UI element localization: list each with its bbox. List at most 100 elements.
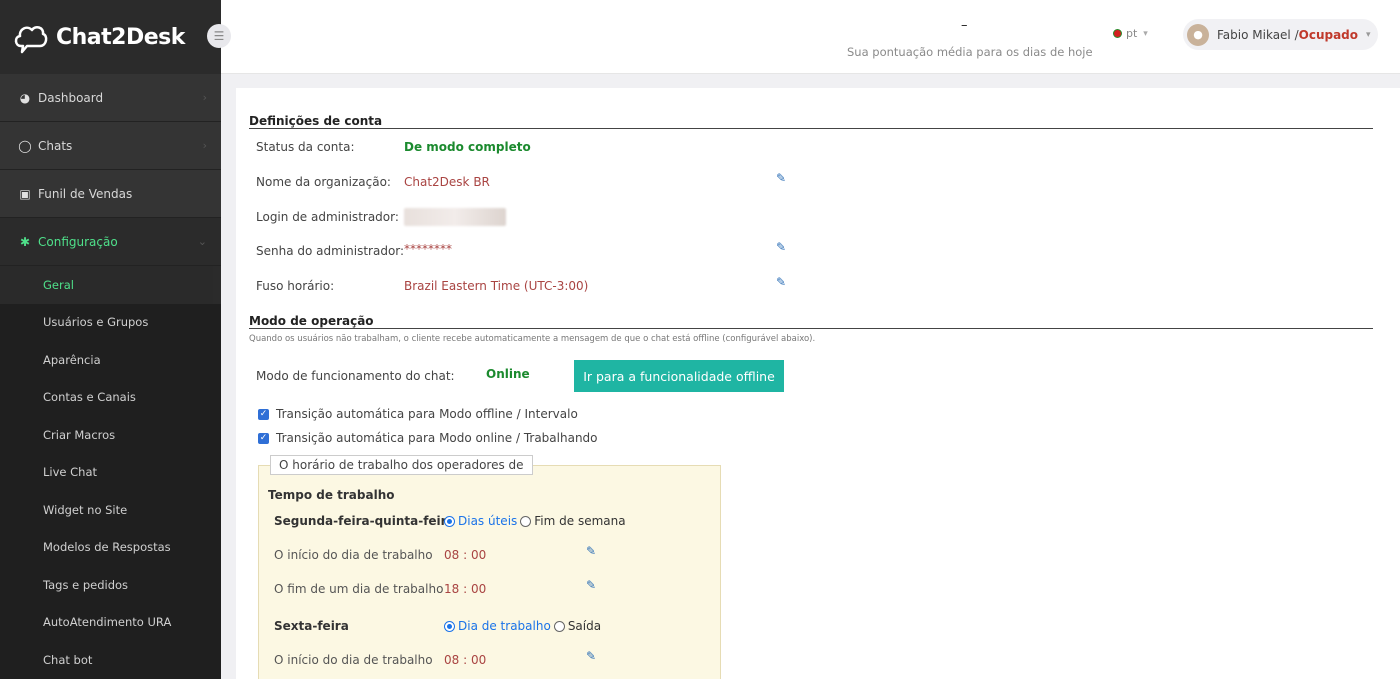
section-title-account: Definições de conta xyxy=(249,114,383,128)
edit-friday-start-icon[interactable]: ✎ xyxy=(586,649,596,663)
logo[interactable]: Chat2Desk ☰ xyxy=(0,0,231,74)
language-code: pt xyxy=(1126,27,1138,40)
timezone-label: Fuso horário: xyxy=(256,279,335,293)
sidebar-subitem-tags[interactable]: Tags e pedidos xyxy=(0,566,221,604)
sidebar-item-label: Dashboard xyxy=(38,90,104,105)
login-value-redacted xyxy=(404,208,506,226)
funnel-icon: ▣ xyxy=(19,186,31,201)
subitem-label: Criar Macros xyxy=(43,427,116,442)
radio-label: Dias úteis xyxy=(458,514,518,528)
settings-card: Definições de conta Status da conta: De … xyxy=(236,88,1400,679)
sidebar-item-label: Funil de Vendas xyxy=(38,186,133,201)
user-menu[interactable]: ● Fabio Mikael / Ocupado ▾ xyxy=(1183,19,1378,50)
sidebar: Chat2Desk ☰ ◕ Dashboard › ◯ Chats › ▣ Fu… xyxy=(0,0,231,679)
topbar: – Sua pontuação média para os dias de ho… xyxy=(221,0,1400,74)
mode-value: Online xyxy=(486,367,530,381)
section-title-operation: Modo de operação xyxy=(249,314,374,328)
subitem-label: Modelos de Respostas xyxy=(43,540,171,555)
go-offline-button[interactable]: Ir para a funcionalidade offline xyxy=(574,360,784,392)
mon-thu-radio-group: Dias úteis Fim de semana xyxy=(444,514,629,528)
sidebar-item-label: Chats xyxy=(38,138,73,153)
sidebar-subitem-livechat[interactable]: Live Chat xyxy=(0,453,221,491)
chevron-right-icon: › xyxy=(202,139,207,152)
sidebar-subitem-modelos[interactable]: Modelos de Respostas xyxy=(0,528,221,566)
sidebar-subitem-geral[interactable]: Geral xyxy=(0,266,213,304)
radio-workday[interactable] xyxy=(444,620,455,632)
subitem-label: Usuários e Grupos xyxy=(43,315,149,330)
working-hours-legend: O horário de trabalho dos operadores de xyxy=(270,455,533,475)
user-name: Fabio Mikael / xyxy=(1217,27,1299,42)
subitem-label: Tags e pedidos xyxy=(43,577,129,592)
friday-radio-group: Dia de trabalho Saída xyxy=(444,619,604,633)
radio-label: Saída xyxy=(567,619,602,633)
edit-password-icon[interactable]: ✎ xyxy=(776,240,786,254)
mon-thu-end-label: O fim de um dia de trabalho xyxy=(274,582,444,596)
sidebar-item-chats[interactable]: ◯ Chats › xyxy=(0,122,221,170)
operation-note: Quando os usuários não trabalham, o clie… xyxy=(249,334,816,344)
password-value: ******** xyxy=(404,242,452,256)
radio-weekdays[interactable] xyxy=(444,515,455,527)
sidebar-subitem-widget[interactable]: Widget no Site xyxy=(0,491,221,529)
language-selector[interactable]: pt ▾ xyxy=(1113,27,1148,40)
sidebar-subitem-ura[interactable]: AutoAtendimento URA xyxy=(0,603,221,641)
checkbox-checked[interactable]: ✓ xyxy=(258,432,269,444)
edit-end-time-icon[interactable]: ✎ xyxy=(586,578,596,592)
friday-label: Sexta-feira xyxy=(274,619,349,633)
subitem-label: Chat bot xyxy=(43,652,93,667)
hamburger-icon: ☰ xyxy=(213,29,225,43)
sidebar-item-label: Configuração xyxy=(38,234,118,249)
sidebar-subitem-chatbot[interactable]: Chat bot xyxy=(0,641,221,679)
checkbox-checked[interactable]: ✓ xyxy=(258,408,269,420)
mon-thu-end-value: 18 : 00 xyxy=(444,582,487,596)
chevron-down-icon: ⌄ xyxy=(197,235,207,248)
checkbox-label: Transição automática para Modo offline /… xyxy=(276,407,578,421)
score-value: – xyxy=(961,18,968,33)
logo-text: Chat2Desk xyxy=(56,24,185,50)
status-label: Status da conta: xyxy=(256,140,355,154)
radio-weekend[interactable] xyxy=(520,515,532,527)
sidebar-item-configuracao[interactable]: ✱ Configuração ⌄ xyxy=(0,218,221,266)
subitem-label: Contas e Canais xyxy=(43,390,136,405)
friday-start-value: 08 : 00 xyxy=(444,653,487,667)
sidebar-subitem-usuarios[interactable]: Usuários e Grupos xyxy=(0,303,221,341)
avatar: ● xyxy=(1187,23,1209,46)
status-value: De modo completo xyxy=(404,140,531,154)
sidebar-item-dashboard[interactable]: ◕ Dashboard › xyxy=(0,74,221,122)
org-value: Chat2Desk BR xyxy=(404,175,490,189)
subitem-label: Geral xyxy=(43,277,74,292)
radio-off[interactable] xyxy=(553,620,565,632)
mon-thu-label: Segunda-feira-quinta-feira xyxy=(274,514,455,528)
auto-online-checkbox-row[interactable]: ✓ Transição automática para Modo online … xyxy=(258,431,598,445)
cloud-logo-icon xyxy=(14,25,48,54)
radio-label: Dia de trabalho xyxy=(458,619,551,633)
sidebar-subitem-macros[interactable]: Criar Macros xyxy=(0,416,221,454)
subitem-label: Aparência xyxy=(43,352,101,367)
sidebar-item-funil[interactable]: ▣ Funil de Vendas xyxy=(0,170,221,218)
score-caption: Sua pontuação média para os dias de hoje xyxy=(847,45,1093,59)
edit-timezone-icon[interactable]: ✎ xyxy=(776,275,786,289)
dashboard-icon: ◕ xyxy=(19,90,31,105)
mon-thu-start-value: 08 : 00 xyxy=(444,548,487,562)
subitem-label: Live Chat xyxy=(43,465,98,480)
menu-toggle-button[interactable]: ☰ xyxy=(207,24,231,48)
sidebar-subitem-aparencia[interactable]: Aparência xyxy=(0,341,221,379)
divider xyxy=(249,128,1373,129)
login-label: Login de administrador: xyxy=(256,210,399,224)
friday-start-label: O início do dia de trabalho xyxy=(274,653,433,667)
mon-thu-start-label: O início do dia de trabalho xyxy=(274,548,433,562)
subitem-label: AutoAtendimento URA xyxy=(43,615,172,630)
radio-label: Fim de semana xyxy=(534,514,626,528)
flag-icon xyxy=(1113,29,1122,38)
checkbox-label: Transição automática para Modo online / … xyxy=(276,431,598,445)
caret-down-icon: ▾ xyxy=(1143,28,1148,39)
edit-org-icon[interactable]: ✎ xyxy=(776,171,786,185)
gear-icon: ✱ xyxy=(19,234,31,249)
sidebar-subitem-contas[interactable]: Contas e Canais xyxy=(0,378,221,416)
edit-start-time-icon[interactable]: ✎ xyxy=(586,544,596,558)
org-label: Nome da organização: xyxy=(256,175,391,189)
auto-offline-checkbox-row[interactable]: ✓ Transição automática para Modo offline… xyxy=(258,407,578,421)
caret-down-icon: ▾ xyxy=(1366,29,1371,40)
chevron-right-icon: › xyxy=(202,91,207,104)
working-time-title: Tempo de trabalho xyxy=(268,488,395,502)
divider xyxy=(249,328,1373,329)
